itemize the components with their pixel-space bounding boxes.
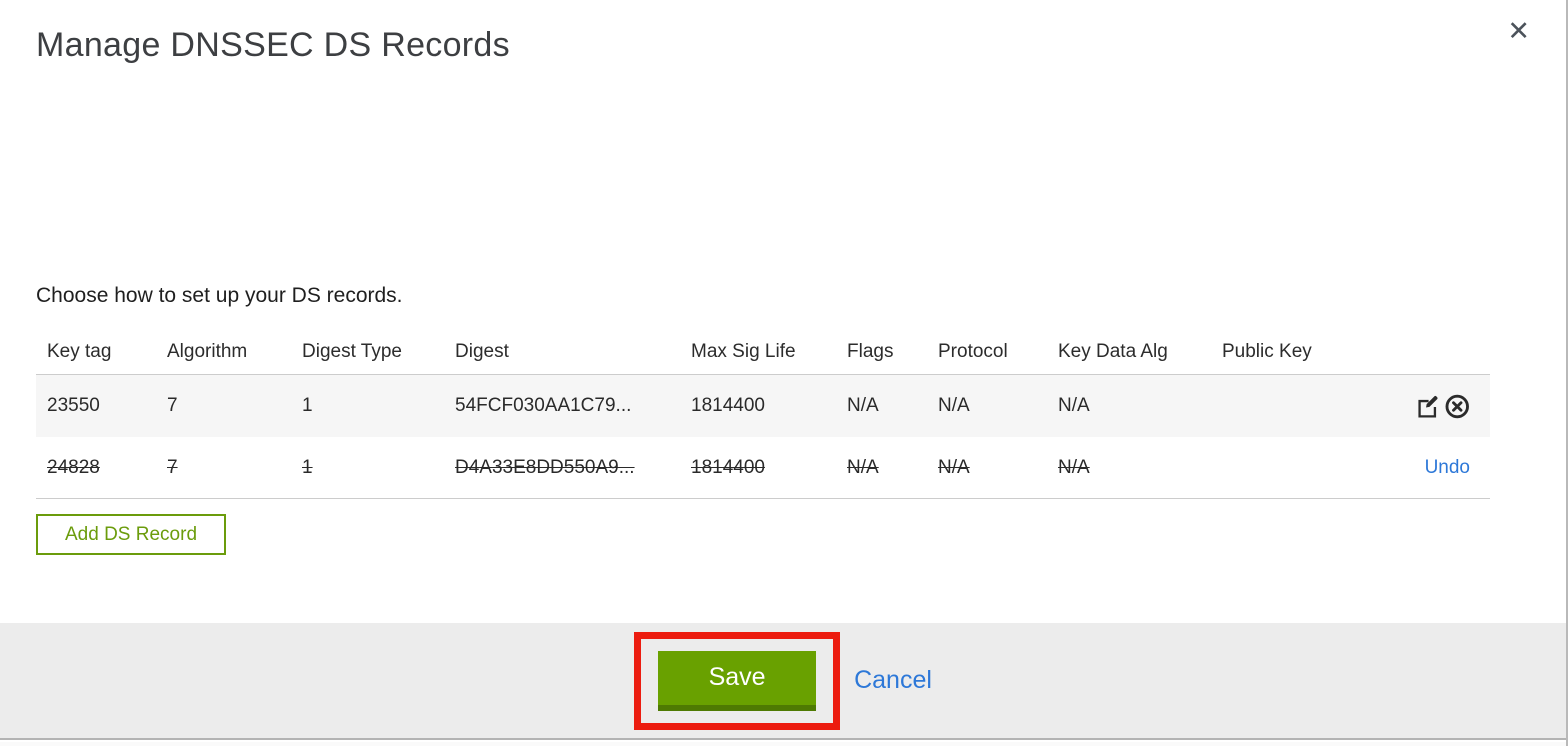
table-header-row: Key tag Algorithm Digest Type Digest Max… [36,330,1490,375]
header-digest-type: Digest Type [302,341,402,362]
table-row: 23550 7 1 54FCF030AA1C79... 1814400 N/A … [36,375,1490,437]
modal-footer: Save Cancel [0,623,1566,740]
cell-algorithm: 7 [167,395,178,416]
cell-digest: D4A33E8DD550A9... [455,456,635,478]
table-row-deleted: 24828 7 1 D4A33E8DD550A9... 1814400 N/A … [36,437,1490,499]
cell-key-data-alg: N/A [1058,395,1090,416]
cell-flags: N/A [847,395,879,416]
cell-flags: N/A [847,456,879,478]
cell-algorithm: 7 [167,456,178,478]
undo-link[interactable]: Undo [1425,457,1470,479]
header-flags: Flags [847,341,894,362]
red-annotation-highlight: Save [634,631,841,730]
cell-key-tag: 24828 [47,456,100,478]
setup-instructions-text: Choose how to set up your DS records. [36,284,403,307]
cell-max-sig-life: 1814400 [691,395,765,416]
cell-key-data-alg: N/A [1058,456,1090,478]
remove-circle-icon[interactable] [1444,393,1471,420]
cell-protocol: N/A [938,395,970,416]
header-protocol: Protocol [938,341,1008,362]
redacted-domain-name [36,225,388,256]
header-key-data-alg: Key Data Alg [1058,341,1168,362]
close-icon[interactable]: ✕ [1507,18,1530,45]
dnssec-ds-records-modal: Manage DNSSEC DS Records ✕ Choose how to… [0,0,1568,746]
page-bottom-strip [0,742,1566,746]
cancel-link[interactable]: Cancel [854,666,932,695]
cell-key-tag: 23550 [47,395,100,416]
header-public-key: Public Key [1222,341,1312,362]
header-key-tag: Key tag [47,341,112,362]
header-max-sig-life: Max Sig Life [691,341,796,362]
save-button[interactable]: Save [658,650,817,711]
row-actions [1414,393,1490,420]
row-actions: Undo [1414,457,1490,479]
cell-digest-type: 1 [302,395,313,416]
header-algorithm: Algorithm [167,341,248,362]
cell-max-sig-life: 1814400 [691,456,765,478]
cell-protocol: N/A [938,456,970,478]
cell-digest: 54FCF030AA1C79... [455,395,632,416]
cell-digest-type: 1 [302,456,313,478]
page-title: Manage DNSSEC DS Records [36,26,510,64]
add-ds-record-button[interactable]: Add DS Record [36,514,227,555]
header-digest: Digest [455,341,509,362]
ds-records-table: Key tag Algorithm Digest Type Digest Max… [36,330,1490,499]
edit-icon[interactable] [1414,393,1441,420]
